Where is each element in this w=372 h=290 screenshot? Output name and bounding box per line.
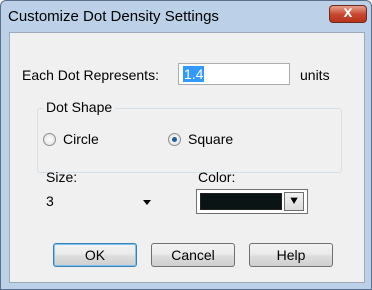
circle-radio[interactable] — [43, 133, 56, 146]
size-label: Size: — [46, 169, 78, 185]
color-swatch — [200, 193, 282, 210]
size-select[interactable]: 3 — [43, 191, 155, 213]
dot-shape-group-label: Dot Shape — [43, 99, 116, 115]
ok-button[interactable]: OK — [53, 243, 137, 267]
dropdown-arrow-icon: ⯆ — [289, 194, 299, 208]
square-radio[interactable] — [168, 133, 181, 146]
color-dropdown-button[interactable]: ⯆ — [284, 192, 304, 211]
size-value: 3 — [46, 193, 54, 209]
color-picker[interactable]: ⯆ — [196, 189, 308, 214]
dialog-window: Customize Dot Density Settings x Each Do… — [0, 0, 372, 290]
square-radio-label[interactable]: Square — [188, 131, 233, 147]
dot-value-text: 1.4 — [183, 66, 205, 82]
help-button[interactable]: Help — [249, 243, 333, 267]
window-title: Customize Dot Density Settings — [8, 8, 219, 25]
title-bar[interactable]: Customize Dot Density Settings x — [1, 1, 371, 31]
circle-radio-label[interactable]: Circle — [63, 131, 99, 147]
dot-value-input[interactable]: 1.4 — [178, 63, 290, 85]
cancel-button[interactable]: Cancel — [151, 243, 235, 267]
dialog-body: Each Dot Represents: 1.4 units Dot Shape… — [9, 32, 365, 283]
color-label: Color: — [198, 169, 236, 185]
close-icon: x — [343, 4, 353, 21]
dot-value-label: Each Dot Represents: — [22, 67, 159, 83]
chevron-down-icon — [143, 200, 151, 205]
units-label: units — [300, 67, 330, 83]
close-button[interactable]: x — [329, 4, 367, 23]
